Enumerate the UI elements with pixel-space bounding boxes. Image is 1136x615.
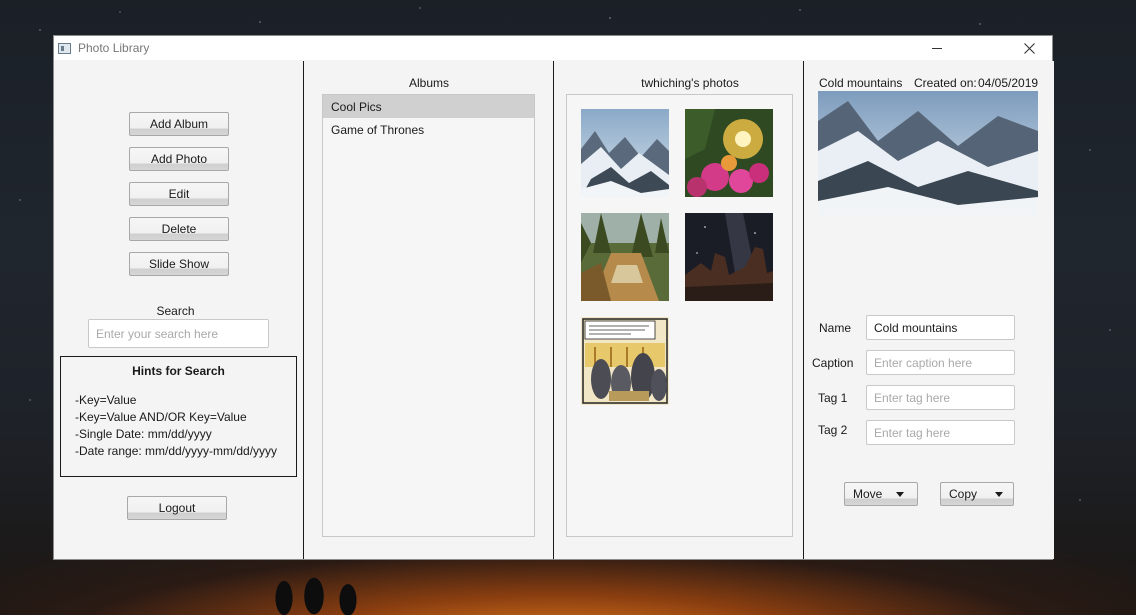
tag1-label: Tag 1: [818, 391, 848, 405]
add-album-button[interactable]: Add Album: [129, 112, 229, 136]
name-input[interactable]: [866, 315, 1015, 340]
albums-title: Albums: [408, 76, 449, 90]
photos-pane: twhiching's photos: [554, 61, 804, 559]
thumbnail-mountain-snow[interactable]: [581, 109, 669, 197]
copy-label: Copy: [949, 487, 978, 501]
photo-name-heading: Cold mountains: [819, 76, 903, 90]
caption-input[interactable]: [866, 350, 1015, 375]
thumbnail-forest-river[interactable]: [581, 213, 669, 301]
selected-photo-preview: [818, 91, 1038, 215]
photo-library-window: Photo Library Add Album Add Photo Edit D…: [53, 35, 1054, 560]
window-title: Photo Library: [78, 41, 150, 55]
minimize-icon: [932, 47, 942, 49]
tag2-label: Tag 2: [818, 423, 848, 437]
search-input[interactable]: [88, 319, 269, 348]
hints-title: Hints for Search: [132, 364, 225, 378]
window-content: Add Album Add Photo Edit Delete Slide Sh…: [54, 61, 1054, 559]
album-item-cool-pics[interactable]: Cool Pics: [323, 95, 534, 118]
thumbnail-milky-way-night[interactable]: [685, 213, 773, 301]
logout-button[interactable]: Logout: [127, 496, 227, 520]
move-dropdown[interactable]: Move: [844, 482, 918, 506]
album-item-game-of-thrones[interactable]: Game of Thrones: [323, 118, 534, 141]
minimize-button[interactable]: [914, 36, 960, 60]
thumbnail-comic-strip[interactable]: [581, 317, 669, 405]
search-hints-box: Hints for Search -Key=Value -Key=Value A…: [60, 356, 297, 477]
delete-button[interactable]: Delete: [129, 217, 229, 241]
search-label: Search: [156, 304, 195, 318]
thumbnail-sunset-flowers[interactable]: [685, 109, 773, 197]
name-label: Name: [819, 321, 852, 335]
albums-pane: Albums Cool Pics Game of Thrones: [304, 61, 554, 559]
caption-label: Caption: [812, 356, 854, 370]
slide-show-button[interactable]: Slide Show: [129, 252, 229, 276]
app-icon: [58, 42, 71, 54]
photo-details-pane: Cold mountains Created on: 04/05/2019 Na…: [804, 61, 1054, 559]
created-date: 04/05/2019: [978, 76, 1039, 90]
actions-pane: Add Album Add Photo Edit Delete Slide Sh…: [54, 61, 304, 559]
photos-grid: [566, 94, 793, 537]
hint-line: -Date range: mm/dd/yyyy-mm/dd/yyyy: [75, 444, 278, 458]
edit-button[interactable]: Edit: [129, 182, 229, 206]
move-label: Move: [853, 487, 883, 501]
photos-title: twhiching's photos: [641, 76, 739, 90]
desktop-tree-silhouette: [262, 558, 382, 615]
hint-line: -Key=Value AND/OR Key=Value: [75, 410, 247, 424]
tag2-input[interactable]: [866, 420, 1015, 445]
created-label: Created on:: [914, 76, 977, 90]
hint-line: -Key=Value: [75, 393, 137, 407]
title-bar: Photo Library: [54, 36, 1052, 60]
hint-line: -Single Date: mm/dd/yyyy: [75, 427, 212, 441]
close-icon: [1023, 42, 1035, 54]
tag1-input[interactable]: [866, 385, 1015, 410]
add-photo-button[interactable]: Add Photo: [129, 147, 229, 171]
chevron-down-icon: [896, 491, 905, 497]
close-button[interactable]: [1006, 36, 1052, 60]
chevron-down-icon: [995, 491, 1004, 497]
copy-dropdown[interactable]: Copy: [940, 482, 1014, 506]
albums-list[interactable]: Cool Pics Game of Thrones: [322, 94, 535, 537]
